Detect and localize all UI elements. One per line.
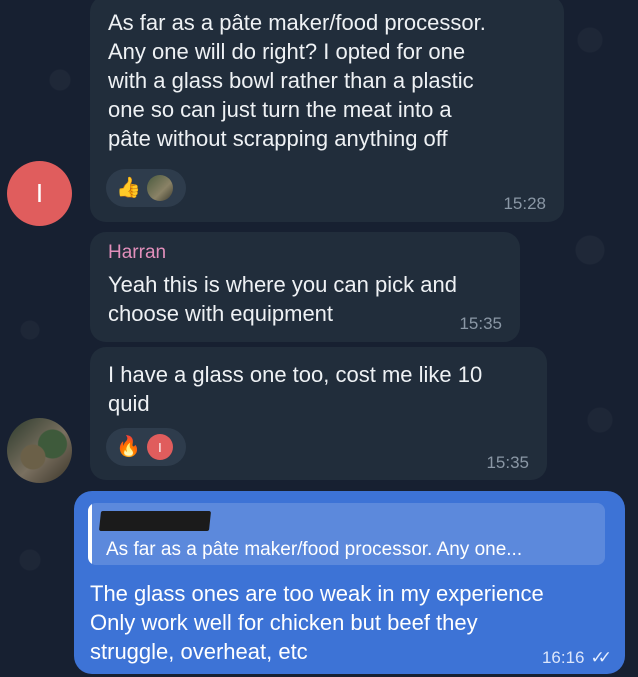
outgoing-message-bubble[interactable]: As far as a pâte maker/food processor. A… [74,491,625,674]
reply-preview[interactable]: As far as a pâte maker/food processor. A… [88,503,605,565]
message-time: 15:28 [503,194,546,213]
reply-accent-bar [88,503,92,565]
sender-name[interactable]: Harran [108,242,457,264]
message-text: As far as a pâte maker/food processor. A… [108,10,486,151]
message-bubble[interactable]: As far as a pâte maker/food processor. A… [90,0,564,222]
message-text: The glass ones are too weak in my experi… [90,581,544,664]
redacted-sender-name [98,511,212,531]
message-bubble[interactable]: I have a glass one too, cost me like 10 … [90,347,547,480]
avatar[interactable]: I [7,161,72,226]
reaction-chip[interactable]: 🔥 I [106,428,186,466]
message-bubble[interactable]: Harran Yeah this is where you can pick a… [90,232,520,342]
message-time-text: 16:16 [541,648,585,667]
thumbs-up-icon: 👍 [116,177,141,199]
avatar[interactable] [7,418,72,483]
reactor-avatar [146,175,173,201]
message-time: 15:35 [486,453,529,472]
message-time: 15:35 [459,314,502,333]
reactor-avatar: I [146,434,173,460]
message-time: 16:16 ✓✓ [541,648,612,668]
reaction-chip[interactable]: 👍 [106,169,186,207]
double-check-icon: ✓✓ [590,648,612,667]
fire-icon: 🔥 [116,436,141,458]
message-text: Yeah this is where you can pick and choo… [108,272,457,326]
reply-preview-text: As far as a pâte maker/food processor. A… [106,539,523,560]
message-text: I have a glass one too, cost me like 10 … [108,362,483,416]
